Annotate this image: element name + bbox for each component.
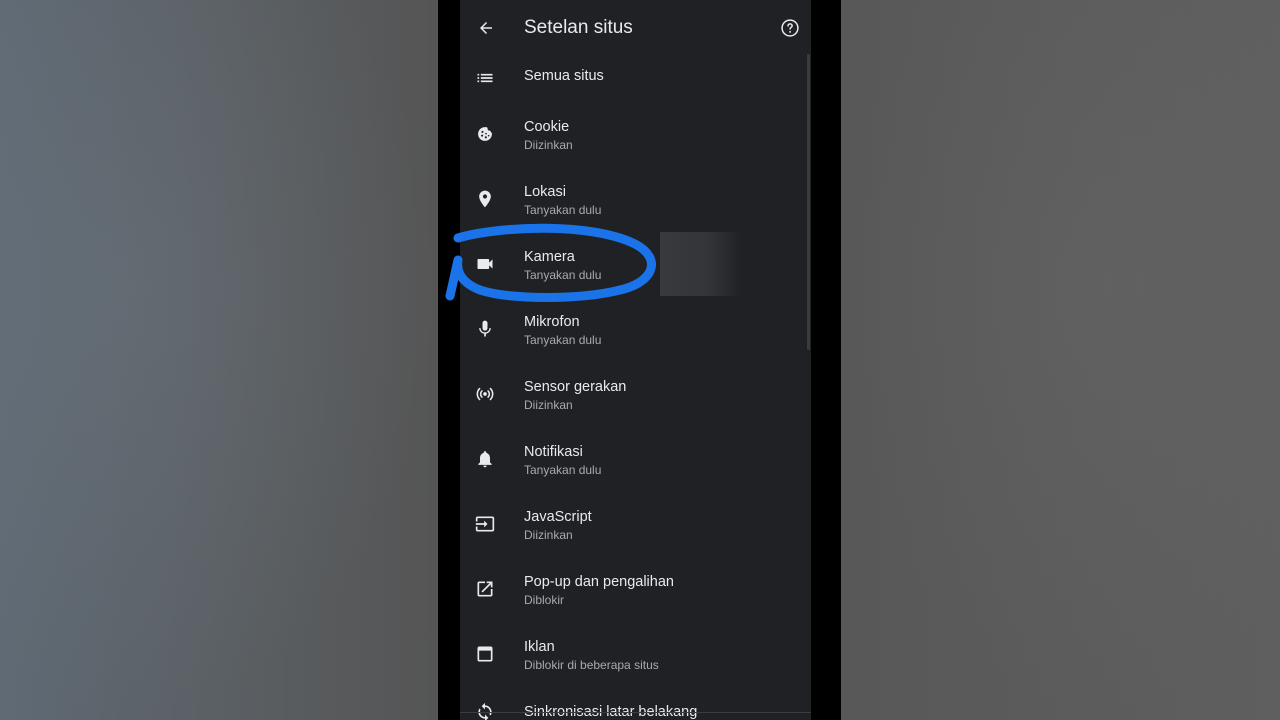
settings-screen: Setelan situs Semua situs Cookie Diizink… [460,0,811,720]
background-right-shade [841,0,1280,720]
settings-item-label: Kamera [524,249,575,265]
page-title: Setelan situs [524,17,633,38]
settings-item-status: Diizinkan [524,528,573,542]
settings-item-label: Notifikasi [524,444,583,460]
settings-item-all-sites[interactable]: Semua situs [460,53,806,103]
scrollbar[interactable] [807,54,810,350]
settings-item-ads[interactable]: Iklan Diblokir di beberapa situs [460,621,806,686]
open-external-icon [474,578,496,600]
background-left-shade [0,0,438,720]
settings-item-label: Mikrofon [524,314,580,330]
mic-icon [474,318,496,340]
settings-item-popups[interactable]: Pop-up dan pengalihan Diblokir [460,556,806,621]
settings-item-status: Diizinkan [524,398,573,412]
settings-item-background-sync[interactable]: Sinkronisasi latar belakang [460,686,806,720]
phone-frame: Setelan situs Semua situs Cookie Diizink… [438,0,841,720]
settings-item-label: Pop-up dan pengalihan [524,574,674,590]
settings-item-location[interactable]: Lokasi Tanyakan dulu [460,166,806,231]
bell-icon [474,448,496,470]
sync-icon [474,701,496,720]
settings-item-label: Sensor gerakan [524,379,627,395]
settings-item-label: Iklan [524,639,555,655]
annotation-highlight-smear [660,232,742,296]
settings-item-cookie[interactable]: Cookie Diizinkan [460,101,806,166]
settings-item-status: Tanyakan dulu [524,268,602,282]
help-button[interactable] [776,14,804,42]
settings-item-microphone[interactable]: Mikrofon Tanyakan dulu [460,296,806,361]
help-circle-icon [781,19,799,37]
settings-item-camera[interactable]: Kamera Tanyakan dulu [460,231,806,296]
settings-item-status: Diblokir di beberapa situs [524,658,659,672]
arrow-back-icon [480,22,492,34]
input-arrow-icon [474,513,496,535]
settings-item-label: Cookie [524,119,570,135]
settings-item-notifications[interactable]: Notifikasi Tanyakan dulu [460,426,806,491]
sensors-icon [474,383,496,405]
settings-item-status: Tanyakan dulu [524,203,602,217]
settings-item-javascript[interactable]: JavaScript Diizinkan [460,491,806,556]
cookie-icon [474,123,496,145]
bottom-navigation-divider [460,712,811,713]
app-bar: Setelan situs [460,0,811,56]
settings-item-status: Tanyakan dulu [524,333,602,347]
settings-item-label: Semua situs [524,68,604,84]
settings-item-label: Lokasi [524,184,566,200]
list-icon [474,67,496,89]
settings-item-motion-sensors[interactable]: Sensor gerakan Diizinkan [460,361,806,426]
location-pin-icon [474,188,496,210]
videocam-icon [474,253,496,275]
back-button[interactable] [470,12,502,44]
settings-item-status: Tanyakan dulu [524,463,602,477]
settings-item-status: Diizinkan [524,138,573,152]
ad-window-icon [474,643,496,665]
settings-item-status: Diblokir [524,593,565,607]
settings-item-label: JavaScript [524,509,592,525]
